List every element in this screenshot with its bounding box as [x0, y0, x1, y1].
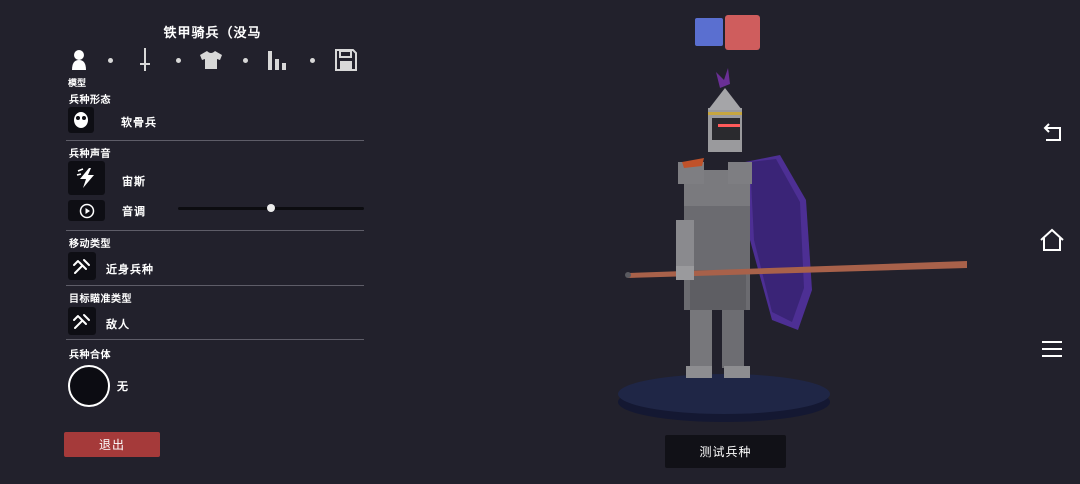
team-blue-button[interactable] — [695, 18, 723, 46]
unit-editor-panel: 铁甲骑兵（没马 模型 兵种形态 软骨兵 兵种声音 宙斯 音调 移动类型 近身兵种… — [0, 0, 380, 484]
tab-model[interactable] — [66, 46, 92, 74]
unit-form-label: 兵种形态 — [69, 95, 111, 106]
team-red-button[interactable] — [725, 15, 760, 50]
tab-model-label: 模型 — [68, 79, 87, 89]
movement-type-label: 移动类型 — [69, 239, 111, 250]
back-button[interactable] — [1036, 118, 1068, 148]
tab-clothing[interactable] — [198, 46, 224, 74]
play-icon — [79, 203, 94, 218]
unit-voice-selector[interactable] — [68, 161, 105, 195]
lightning-icon — [76, 168, 94, 188]
sword-icon — [140, 48, 150, 71]
pitch-slider-thumb[interactable] — [267, 204, 275, 212]
home-button[interactable] — [1036, 225, 1068, 255]
shirt-icon — [200, 51, 222, 69]
unit-fusion-value: 无 — [117, 380, 129, 393]
movement-type-value: 近身兵种 — [106, 263, 154, 276]
divider — [66, 339, 364, 340]
unit-fusion-label: 兵种合体 — [69, 350, 111, 361]
divider — [66, 230, 364, 231]
tab-separator — [243, 58, 248, 63]
menu-button[interactable] — [1036, 334, 1068, 364]
unit-fusion-selector[interactable] — [68, 365, 110, 407]
tab-weapon[interactable] — [132, 46, 158, 74]
mask-icon — [74, 112, 88, 128]
tab-stats[interactable] — [265, 46, 291, 74]
target-type-label: 目标瞄准类型 — [69, 294, 132, 305]
floppy-disk-icon — [335, 49, 357, 71]
tab-separator — [176, 58, 181, 63]
melee-icon — [73, 259, 90, 274]
movement-type-selector[interactable] — [68, 252, 96, 280]
unit-voice-value: 宙斯 — [122, 175, 146, 188]
home-icon — [1040, 228, 1064, 251]
unit-voice-label: 兵种声音 — [69, 149, 111, 160]
unit-title: 铁甲骑兵（没马 — [163, 26, 262, 41]
tab-separator — [310, 58, 315, 63]
unit-form-value: 软骨兵 — [121, 116, 157, 129]
tab-separator — [108, 58, 113, 63]
melee-icon — [73, 314, 90, 329]
menu-icon — [1042, 341, 1062, 357]
target-type-value: 敌人 — [106, 318, 130, 331]
divider — [66, 285, 364, 286]
editor-tab-bar — [66, 46, 362, 76]
bar-chart-icon — [268, 51, 286, 70]
divider — [66, 140, 364, 141]
voice-play-button[interactable] — [68, 200, 105, 221]
target-type-selector[interactable] — [68, 307, 96, 335]
back-icon — [1043, 123, 1061, 141]
test-unit-button[interactable]: 测试兵种 — [665, 435, 786, 468]
tab-save[interactable] — [333, 46, 359, 74]
person-icon — [72, 50, 86, 70]
exit-button[interactable]: 退出 — [64, 432, 160, 457]
unit-preview[interactable] — [600, 60, 980, 430]
unit-form-selector[interactable] — [68, 107, 94, 133]
pitch-label: 音调 — [122, 205, 146, 218]
